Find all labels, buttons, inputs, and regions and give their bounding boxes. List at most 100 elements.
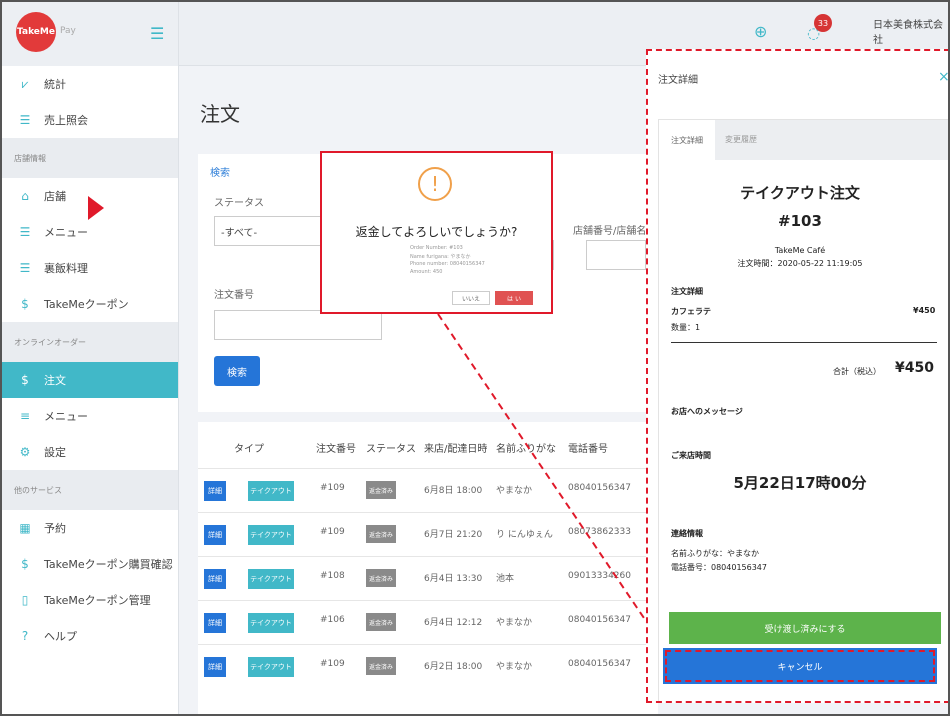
sidebar-item-online-menu[interactable]: ≡ メニュー [2,398,178,434]
column-header: ステータス [366,444,416,455]
name: やまなか [496,486,533,496]
column-header: タイプ [234,444,264,455]
sidebar-item-label: TakeMeクーポン管理 [44,594,151,607]
panel-tabs: 注文詳細 変更履歴 [659,120,948,160]
sidebar-item-stats[interactable]: ⩗ 統計 [2,66,178,102]
detail-button[interactable]: 詳細 [204,481,226,501]
order-time: 注文時間：2020-05-22 11:19:05 [737,259,863,268]
sidebar-item-label: メニュー [44,410,88,423]
phone: 08040156347 [568,615,631,625]
sidebar-item-label: 売上照会 [44,114,88,127]
sidebar-item-label: 統計 [44,78,66,91]
sidebar-item-coupon[interactable]: $ TakeMeクーポン [2,286,178,322]
details-heading: 注文詳細 [671,287,703,296]
notification-badge[interactable]: 33 [814,14,832,32]
sidebar-item-coupon-manage[interactable]: ▯ TakeMeクーポン管理 [2,582,178,618]
order-number-label: 注文番号 [214,290,254,301]
total-label: 合計（税込） [833,367,881,376]
datetime: 6月8日 18:00 [424,486,483,496]
mark-handed-over-button[interactable]: 受け渡し済みにする [669,612,941,644]
page-title: 注文 [200,102,240,126]
cancel-order-button[interactable]: キャンセル [663,648,937,684]
status-badge: 返金済み [366,525,396,543]
list-icon: ☰ [19,113,31,127]
close-icon[interactable]: × [938,69,948,85]
phone: 08040156347 [568,659,631,669]
dialog-name: Name furigana: やまなか [410,254,471,260]
app-window: TakeMe Pay ☰ ⩗ 統計 ☰ 売上照会 店舗情報 ⌂ 店舗 ☰ メニュー ☰ 裏… [0,0,950,716]
order-number: #108 [320,571,345,581]
store-name: TakeMe Café [774,246,826,255]
dialog-no-button[interactable]: いいえ [452,291,490,305]
dollar-icon: $ [21,297,29,311]
sidebar-item-secret-dish[interactable]: ☰ 裏飯料理 [2,250,178,286]
order-number: #106 [320,615,345,625]
order-number-input[interactable] [214,310,382,340]
ticket-icon: ▯ [21,593,29,607]
sidebar-item-settings[interactable]: ⚙ 設定 [2,434,178,470]
status-badge: 返金済み [366,657,396,675]
name: 池本 [496,574,515,584]
globe-icon[interactable]: ⊕ [754,22,767,41]
dialog-phone: Phone number: 08040156347 [410,261,485,267]
section-store: 店舗情報 [2,138,178,178]
name: やまなか [496,662,533,672]
phone: 09013334260 [568,571,631,581]
table-row: 詳細 テイクアウト #109 返金済み 6月2日 18:00 やまなか 0804… [198,644,658,688]
sidebar-item-label: TakeMeクーポン [44,298,129,311]
refund-confirm-dialog: ! 返金してよろしいでしょうか? Order Number: #103 Name… [320,151,553,314]
company-name[interactable]: 日本美食株式会社 [873,16,948,46]
hamburger-menu-icon[interactable]: ☰ [150,24,164,43]
panel-title: 注文詳細 [658,75,698,86]
help-icon: ? [21,629,29,643]
sidebar: TakeMe Pay ☰ ⩗ 統計 ☰ 売上照会 店舗情報 ⌂ 店舗 ☰ メニュー ☰ 裏… [2,2,179,714]
logo-bar: TakeMe Pay ☰ [2,2,178,66]
type-badge: テイクアウト [248,613,294,633]
section-online: オンラインオーダー [2,322,178,362]
datetime: 6月4日 12:12 [424,618,483,628]
status-badge: 返金済み [366,613,396,631]
sidebar-item-help[interactable]: ? ヘルプ [2,618,178,654]
sidebar-item-reservation[interactable]: ▦ 予約 [2,510,178,546]
sidebar-item-sales[interactable]: ☰ 売上照会 [2,102,178,138]
dialog-title: 返金してよろしいでしょうか? [355,225,518,239]
column-header: 来店/配達日時 [424,444,488,455]
sidebar-item-coupon-purchase[interactable]: $ TakeMeクーポン購買確認 [2,546,178,582]
detail-button[interactable]: 詳細 [204,613,226,633]
sidebar-item-orders[interactable]: $ 注文 [2,362,178,398]
type-badge: テイクアウト [248,481,294,501]
table-row: 詳細 テイクアウト #106 返金済み 6月4日 12:12 やまなか 0804… [198,600,658,644]
name: り にんゆぇん [496,530,553,540]
tab-order-detail[interactable]: 注文詳細 [659,120,715,160]
search-legend: 検索 [210,168,230,179]
status-label: ステータス [214,198,264,209]
column-header: 名前ふりがな [496,444,556,455]
sidebar-item-label: メニュー [44,226,88,239]
tab-change-history[interactable]: 変更履歴 [725,134,757,145]
detail-button[interactable]: 詳細 [204,569,226,589]
sidebar-item-label: 店舗 [44,190,66,203]
detail-button[interactable]: 詳細 [204,657,226,677]
phone: 08073862333 [568,527,631,537]
dialog-yes-button[interactable]: は い [495,291,533,305]
total-value: ¥450 [895,360,934,376]
list-icon: ☰ [19,261,31,275]
panel-body: 注文詳細 変更履歴 テイクアウト注文 #103 TakeMe Café 注文時間… [658,119,948,701]
store-input[interactable] [586,240,646,270]
column-header: 電話番号 [568,444,608,455]
detail-button[interactable]: 詳細 [204,525,226,545]
search-button[interactable]: 検索 [214,356,260,386]
order-type-title: テイクアウト注文 [740,184,860,202]
table-row: 詳細 テイクアウト #109 返金済み 6月8日 18:00 やまなか 0804… [198,468,658,512]
order-detail-panel: 注文詳細 × 注文詳細 変更履歴 テイクアウト注文 #103 TakeMe Ca… [646,49,948,703]
visit-time: 5月22日17時00分 [733,474,867,492]
sidebar-item-label: 注文 [44,374,66,387]
status-badge: 返金済み [366,569,396,587]
order-number-title: #103 [778,212,822,230]
list-icon: ☰ [19,225,31,239]
sidebar-item-label: ヘルプ [44,630,77,643]
contact-heading: 連絡情報 [671,529,703,538]
highlight-arrow [88,196,104,220]
message-heading: お店へのメッセージ [671,407,743,416]
sidebar-item-label: 裏飯料理 [44,262,88,275]
